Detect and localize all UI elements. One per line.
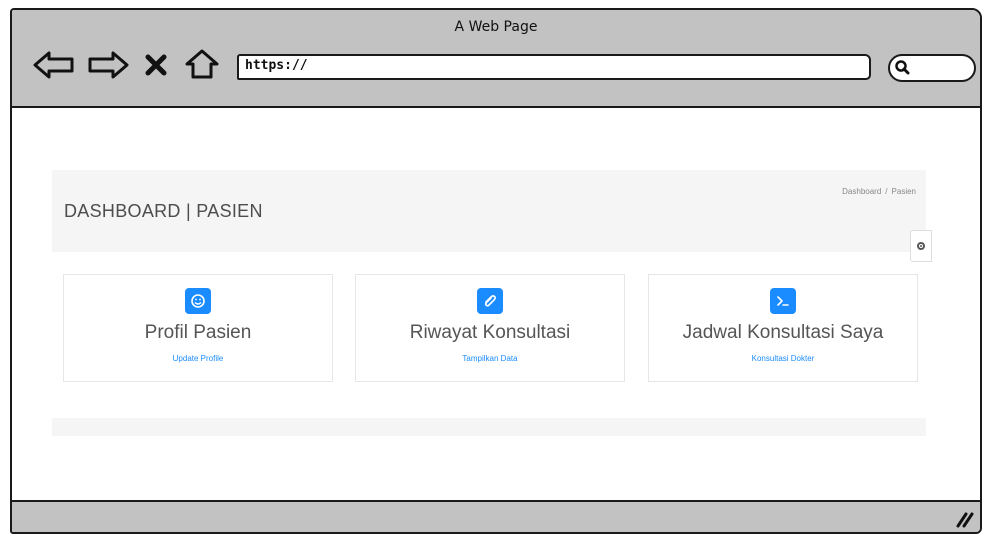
card-title: Jadwal Konsultasi Saya <box>682 322 884 343</box>
breadcrumb-home[interactable]: Dashboard <box>842 187 881 196</box>
url-bar[interactable]: https:// <box>237 54 871 80</box>
card-link-konsultasi-dokter[interactable]: Konsultasi Dokter <box>649 354 917 363</box>
card-jadwal-konsultasi: Jadwal Konsultasi Saya Konsultasi Dokter <box>648 274 918 382</box>
card-riwayat-konsultasi: Riwayat Konsultasi Tampilkan Data <box>355 274 625 382</box>
url-text: https:// <box>245 58 308 73</box>
card-title: Riwayat Konsultasi <box>409 322 571 343</box>
card-icon-box <box>770 288 796 314</box>
card-profil-pasien: Profil Pasien Update Profile <box>63 274 333 382</box>
forward-arrow-icon[interactable] <box>86 50 130 80</box>
page-title: DASHBOARD | PASIEN <box>64 201 263 221</box>
smiley-icon <box>191 294 205 308</box>
card-title: Profil Pasien <box>144 322 252 343</box>
breadcrumb-separator: / <box>885 187 888 196</box>
card-icon-box <box>477 288 503 314</box>
browser-window: A Web Page https:// DASHBOARD | PASIEN D… <box>10 8 982 534</box>
status-bar <box>12 500 980 532</box>
settings-toggle-button[interactable] <box>910 230 932 262</box>
search-box[interactable] <box>888 54 976 82</box>
card-link-update-profile[interactable]: Update Profile <box>64 354 332 363</box>
content-header: DASHBOARD | PASIEN Dashboard / Pasien <box>52 170 926 252</box>
breadcrumb-current: Pasien <box>891 187 916 196</box>
window-title: A Web Page <box>454 19 538 35</box>
terminal-icon <box>777 296 789 306</box>
resize-grip-icon[interactable] <box>954 510 974 528</box>
breadcrumb: Dashboard / Pasien <box>842 187 916 196</box>
search-icon <box>895 60 910 75</box>
card-link-tampilkan-data[interactable]: Tampilkan Data <box>356 354 624 363</box>
stop-icon[interactable] <box>145 54 167 76</box>
content-footer <box>52 418 926 436</box>
back-arrow-icon[interactable] <box>32 50 76 80</box>
browser-chrome: A Web Page https:// <box>12 10 980 108</box>
home-icon[interactable] <box>184 48 220 80</box>
card-icon-box <box>185 288 211 314</box>
paperclip-icon <box>484 295 496 307</box>
page-content: DASHBOARD | PASIEN Dashboard / Pasien Prof… <box>12 108 980 500</box>
gear-icon <box>917 242 925 250</box>
